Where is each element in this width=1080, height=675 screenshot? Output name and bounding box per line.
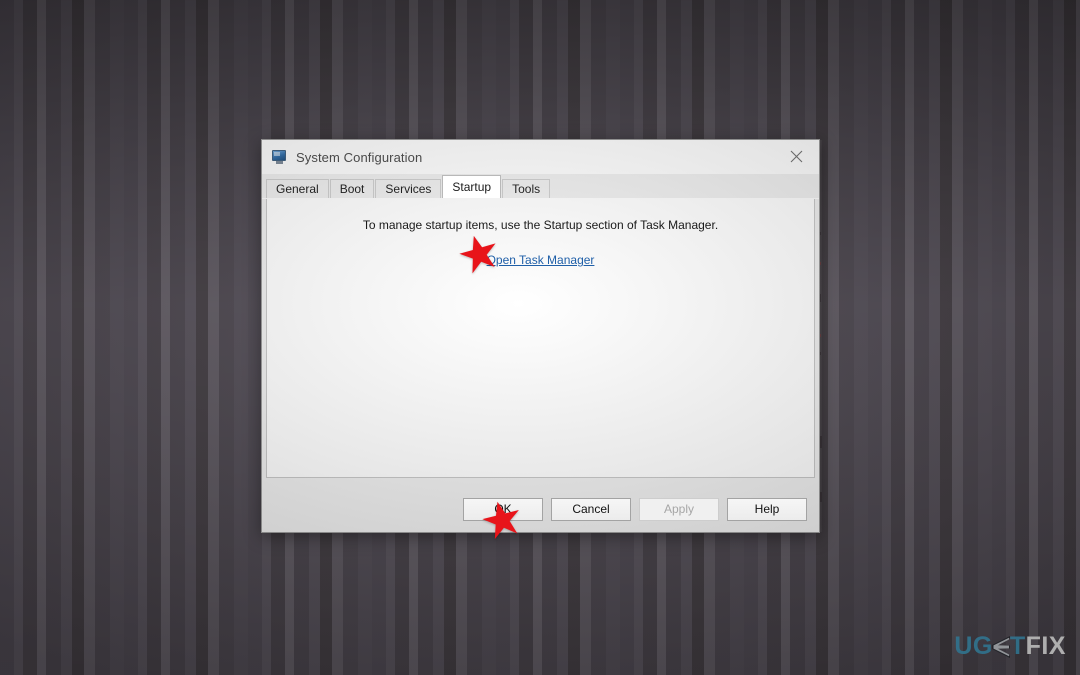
- tab-services[interactable]: Services: [375, 179, 442, 198]
- system-configuration-icon: [272, 149, 288, 165]
- startup-instruction-text: To manage startup items, use the Startup…: [362, 218, 719, 232]
- open-task-manager-row: Open Task Manager: [267, 251, 814, 269]
- watermark-stylized-e-icon: [991, 635, 1011, 658]
- help-button[interactable]: Help: [727, 497, 807, 521]
- tab-boot[interactable]: Boot: [329, 179, 375, 198]
- watermark-part-t: T: [1009, 632, 1026, 660]
- open-task-manager-link[interactable]: Open Task Manager: [487, 253, 595, 267]
- startup-tab-panel: To manage startup items, use the Startup…: [266, 199, 815, 478]
- apply-button: Apply: [639, 497, 719, 521]
- watermark-part-fix: FIX: [1025, 632, 1066, 660]
- ugetfix-watermark: UG T FIX: [954, 634, 1066, 659]
- cancel-button[interactable]: Cancel: [551, 497, 631, 521]
- system-configuration-dialog: System Configuration General Boot Servic…: [261, 139, 820, 533]
- desktop-background: System Configuration General Boot Servic…: [0, 0, 1080, 675]
- dialog-footer: OK Cancel Apply Help: [262, 486, 819, 532]
- close-icon[interactable]: [773, 140, 819, 173]
- tab-strip: General Boot Services Startup Tools: [262, 174, 819, 199]
- tab-tools[interactable]: Tools: [502, 179, 551, 198]
- tab-content-wrapper: To manage startup items, use the Startup…: [262, 199, 819, 486]
- watermark-part-ug: UG: [954, 632, 993, 660]
- tab-startup[interactable]: Startup: [442, 175, 502, 198]
- dialog-title: System Configuration: [296, 149, 423, 165]
- dialog-titlebar[interactable]: System Configuration: [262, 140, 819, 174]
- tab-general[interactable]: General: [266, 179, 329, 198]
- ok-button[interactable]: OK: [463, 497, 543, 521]
